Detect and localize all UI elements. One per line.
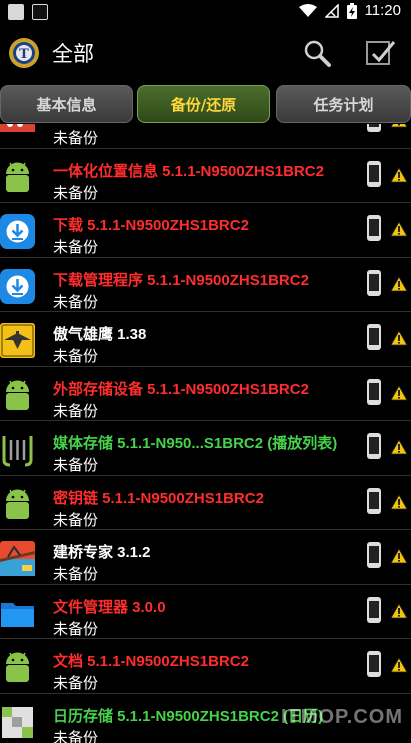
warning-icon bbox=[390, 602, 408, 618]
app-name: 外部存储设备 5.1.1-N9500ZHS1BRC2 bbox=[53, 380, 309, 398]
list-item[interactable]: 下载 5.1.1-N9500ZHS1BRC2 未备份 bbox=[0, 203, 411, 258]
list-item[interactable]: 外部存储设备 5.1.1-N9500ZHS1BRC2 未备份 bbox=[0, 367, 411, 421]
android-icon bbox=[6, 380, 30, 410]
backup-status: 未备份 bbox=[53, 674, 99, 692]
app-name: 一体化位置信息 5.1.1-N9500ZHS1BRC2 bbox=[53, 162, 324, 180]
signal-off-icon bbox=[324, 3, 339, 18]
backup-status: 未备份 bbox=[53, 129, 99, 147]
tab-backup-restore[interactable]: 备份/还原 bbox=[137, 85, 270, 123]
list-item[interactable]: 傲气雄鹰 1.38 未备份 bbox=[0, 312, 411, 367]
tab-schedules[interactable]: 任务计划 bbox=[276, 85, 411, 123]
warning-icon bbox=[390, 330, 408, 346]
phone-icon bbox=[367, 215, 381, 241]
app-name: 建桥专家 3.1.2 bbox=[53, 544, 151, 561]
calendar-storage-icon bbox=[2, 706, 33, 738]
backup-status: 未备份 bbox=[53, 401, 99, 420]
download-icon bbox=[0, 214, 35, 249]
backup-status: 未备份 bbox=[53, 238, 99, 256]
backup-status: 未备份 bbox=[53, 347, 99, 365]
app-name: 下载管理程序 5.1.1-N9500ZHS1BRC2 bbox=[53, 271, 309, 289]
list-item[interactable]: 一体化位置信息 5.1.1-N9500ZHS1BRC2 未备份 bbox=[0, 149, 411, 203]
svg-text:T: T bbox=[19, 47, 29, 62]
bridge-game-icon bbox=[0, 541, 35, 576]
backup-status: 未备份 bbox=[53, 183, 99, 202]
warning-icon bbox=[390, 439, 408, 455]
phone-icon bbox=[367, 487, 381, 514]
list-item[interactable]: 文档 5.1.1-N9500ZHS1BRC2 未备份 bbox=[0, 639, 411, 694]
batch-select-icon[interactable] bbox=[364, 38, 396, 68]
warning-icon bbox=[390, 166, 408, 182]
phone-icon bbox=[367, 378, 381, 405]
app-name: 文件管理器 3.0.0 bbox=[53, 598, 166, 616]
search-icon[interactable] bbox=[302, 38, 332, 68]
list-item[interactable]: 文件管理器 3.0.0 未备份 bbox=[0, 585, 411, 639]
phone-icon bbox=[367, 160, 381, 187]
phone-icon bbox=[367, 596, 381, 623]
android-icon bbox=[6, 489, 30, 519]
backup-status: 未备份 bbox=[53, 292, 99, 311]
backup-status: 未备份 bbox=[53, 728, 99, 743]
status-bar: 11:20 bbox=[0, 0, 411, 24]
app-name: 媒体存储 5.1.1-N950...S1BRC2 (播放列表) bbox=[53, 435, 338, 452]
media-storage-icon bbox=[2, 436, 33, 467]
watermark: ITMOP.COM bbox=[281, 706, 403, 728]
list-item[interactable]: 媒体存储 5.1.1-N950...S1BRC2 (播放列表) 未备份 bbox=[0, 421, 411, 476]
notification-icon bbox=[8, 4, 24, 20]
backup-status: 未备份 bbox=[53, 565, 99, 583]
backup-status: 未备份 bbox=[53, 456, 99, 474]
warning-icon bbox=[390, 493, 408, 509]
warning-icon bbox=[390, 275, 408, 291]
android-icon bbox=[6, 162, 30, 192]
app-title: 全部 bbox=[52, 42, 94, 66]
app-name: 傲气雄鹰 1.38 bbox=[53, 326, 147, 343]
app-name: 下载 5.1.1-N9500ZHS1BRC2 bbox=[53, 217, 249, 234]
image-notification-icon bbox=[32, 4, 48, 20]
list-item[interactable]: 未备份 bbox=[0, 124, 411, 149]
action-bar: T 全部 bbox=[0, 24, 411, 80]
warning-icon bbox=[390, 657, 408, 673]
folder-icon bbox=[1, 602, 34, 627]
phone-icon bbox=[367, 269, 381, 296]
titanium-backup-logo-icon[interactable]: T bbox=[8, 37, 40, 69]
warning-icon bbox=[390, 221, 408, 237]
warning-icon bbox=[390, 384, 408, 400]
tab-bar: 基本信息 备份/还原 任务计划 bbox=[0, 82, 411, 124]
list-item[interactable]: 建桥专家 3.1.2 未备份 bbox=[0, 530, 411, 585]
clock: 11:20 bbox=[364, 2, 401, 19]
phone-icon bbox=[367, 433, 381, 459]
game-eagle-icon bbox=[0, 323, 35, 358]
download-icon bbox=[0, 268, 35, 304]
list-item[interactable]: 密钥链 5.1.1-N9500ZHS1BRC2 未备份 bbox=[0, 476, 411, 530]
list-item[interactable]: 下载管理程序 5.1.1-N9500ZHS1BRC2 未备份 bbox=[0, 258, 411, 312]
wifi-icon bbox=[298, 3, 317, 17]
warning-icon bbox=[390, 548, 408, 564]
app-name: 密钥链 5.1.1-N9500ZHS1BRC2 bbox=[53, 489, 264, 507]
android-icon bbox=[6, 652, 30, 682]
tab-basic-info[interactable]: 基本信息 bbox=[0, 85, 133, 123]
phone-icon bbox=[367, 124, 381, 132]
backup-status: 未备份 bbox=[53, 510, 99, 529]
app-list[interactable]: 未备份 一体化位置信息 5.1.1-N9500ZHS1BRC2 未备份 下载 5… bbox=[0, 124, 411, 743]
battery-charging-icon bbox=[346, 2, 357, 19]
phone-icon bbox=[367, 542, 381, 568]
app-icon bbox=[0, 124, 35, 132]
warning-icon bbox=[390, 124, 408, 128]
app-name: 文档 5.1.1-N9500ZHS1BRC2 bbox=[53, 653, 249, 670]
backup-status: 未备份 bbox=[53, 619, 99, 638]
phone-icon bbox=[367, 324, 381, 350]
phone-icon bbox=[367, 651, 381, 677]
